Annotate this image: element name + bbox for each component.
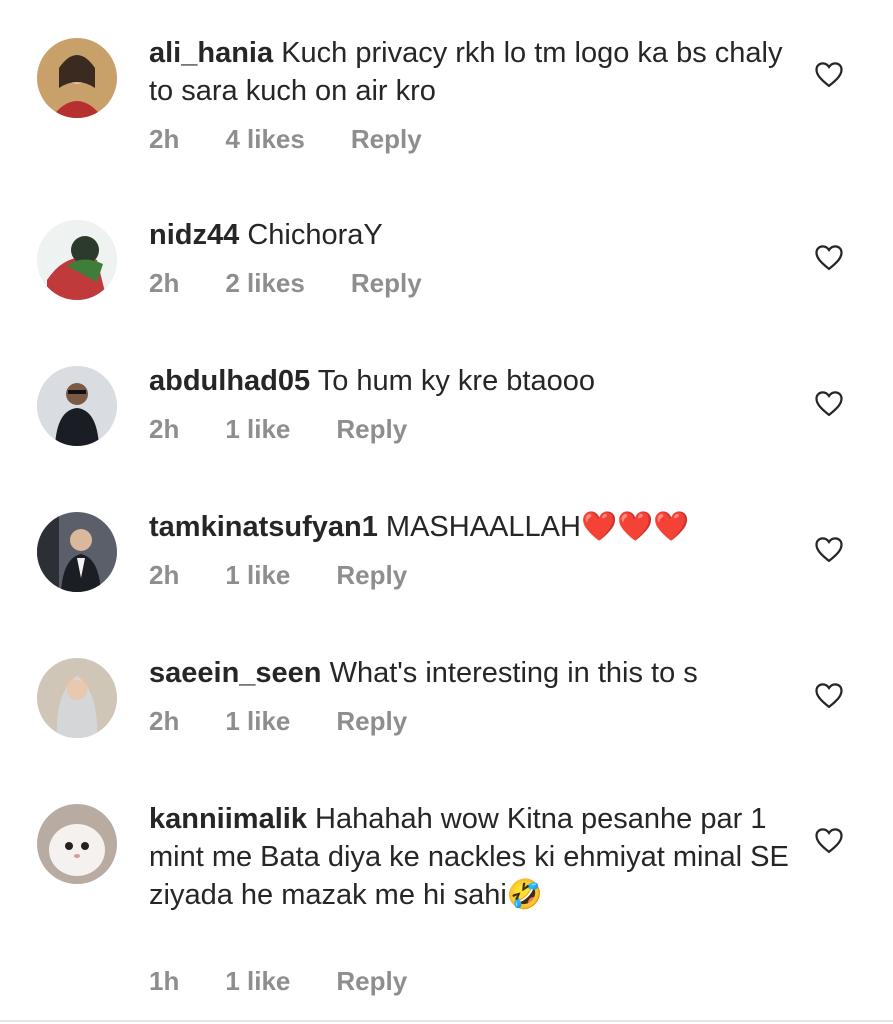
comment-username[interactable]: kanniimalik (149, 803, 307, 835)
comment-meta: 2h 1 like Reply (149, 706, 453, 737)
comment-time: 1h (149, 966, 180, 996)
comment-time: 2h (149, 124, 180, 154)
comment-body: ChichoraY (247, 219, 383, 251)
comment-username[interactable]: tamkinatsufyan1 (149, 511, 378, 543)
comment-time: 2h (149, 706, 180, 736)
heart-outline-icon[interactable] (814, 535, 844, 563)
heart-outline-icon[interactable] (814, 60, 844, 88)
comment-username[interactable]: saeein_seen (149, 657, 322, 689)
heart-outline-icon[interactable] (814, 681, 844, 709)
comment-text: abdulhad05 To hum ky kre btaooo (149, 362, 789, 400)
comment-meta: 2h 1 like Reply (149, 560, 453, 591)
comment-text: kanniimalik Hahahah wow Kitna pesanhe pa… (149, 800, 789, 914)
comment-text: saeein_seen What's interesting in this t… (149, 654, 789, 692)
comment-username[interactable]: abdulhad05 (149, 365, 310, 397)
reply-button[interactable]: Reply (336, 560, 407, 591)
comment-body: MASHAALLAH (385, 511, 581, 543)
comment-time: 2h (149, 560, 180, 590)
divider (0, 1020, 893, 1022)
reply-button[interactable]: Reply (351, 124, 422, 155)
avatar[interactable] (37, 512, 117, 592)
heart-outline-icon[interactable] (814, 243, 844, 271)
reply-button[interactable]: Reply (351, 268, 422, 299)
comment-likes[interactable]: 2 likes (225, 268, 305, 299)
avatar[interactable] (37, 366, 117, 446)
comment-meta: 2h 4 likes Reply (149, 124, 468, 155)
comment-body: To hum ky kre btaooo (317, 365, 595, 397)
avatar[interactable] (37, 804, 117, 884)
comment-meta: 2h 2 likes Reply (149, 268, 468, 299)
comment-meta: 2h 1 like Reply (149, 414, 453, 445)
heart-outline-icon[interactable] (814, 389, 844, 417)
reply-button[interactable]: Reply (336, 706, 407, 737)
avatar[interactable] (37, 658, 117, 738)
comment-time: 2h (149, 268, 180, 298)
comment-username[interactable]: ali_hania (149, 37, 273, 69)
heart-outline-icon[interactable] (814, 826, 844, 854)
comment-likes[interactable]: 1 like (225, 414, 290, 445)
comment-time: 2h (149, 414, 180, 444)
comment-likes[interactable]: 1 like (225, 560, 290, 591)
comment-likes[interactable]: 4 likes (225, 124, 305, 155)
comment-likes[interactable]: 1 like (225, 966, 290, 997)
reply-button[interactable]: Reply (336, 966, 407, 997)
avatar[interactable] (37, 220, 117, 300)
comment-text: ali_hania Kuch privacy rkh lo tm logo ka… (149, 34, 789, 110)
comment-username[interactable]: nidz44 (149, 219, 239, 251)
comment-text: tamkinatsufyan1 MASHAALLAH❤️❤️❤️ (149, 508, 789, 546)
comment-meta: 1h 1 like Reply (149, 966, 453, 997)
comment-body: What's interesting in this to s (329, 657, 698, 689)
comment-text: nidz44 ChichoraY (149, 216, 789, 254)
laughing-emoji: 🤣 (506, 879, 543, 911)
heart-emoji: ❤️❤️❤️ (580, 511, 690, 543)
comment-likes[interactable]: 1 like (225, 706, 290, 737)
avatar[interactable] (37, 38, 117, 118)
reply-button[interactable]: Reply (336, 414, 407, 445)
